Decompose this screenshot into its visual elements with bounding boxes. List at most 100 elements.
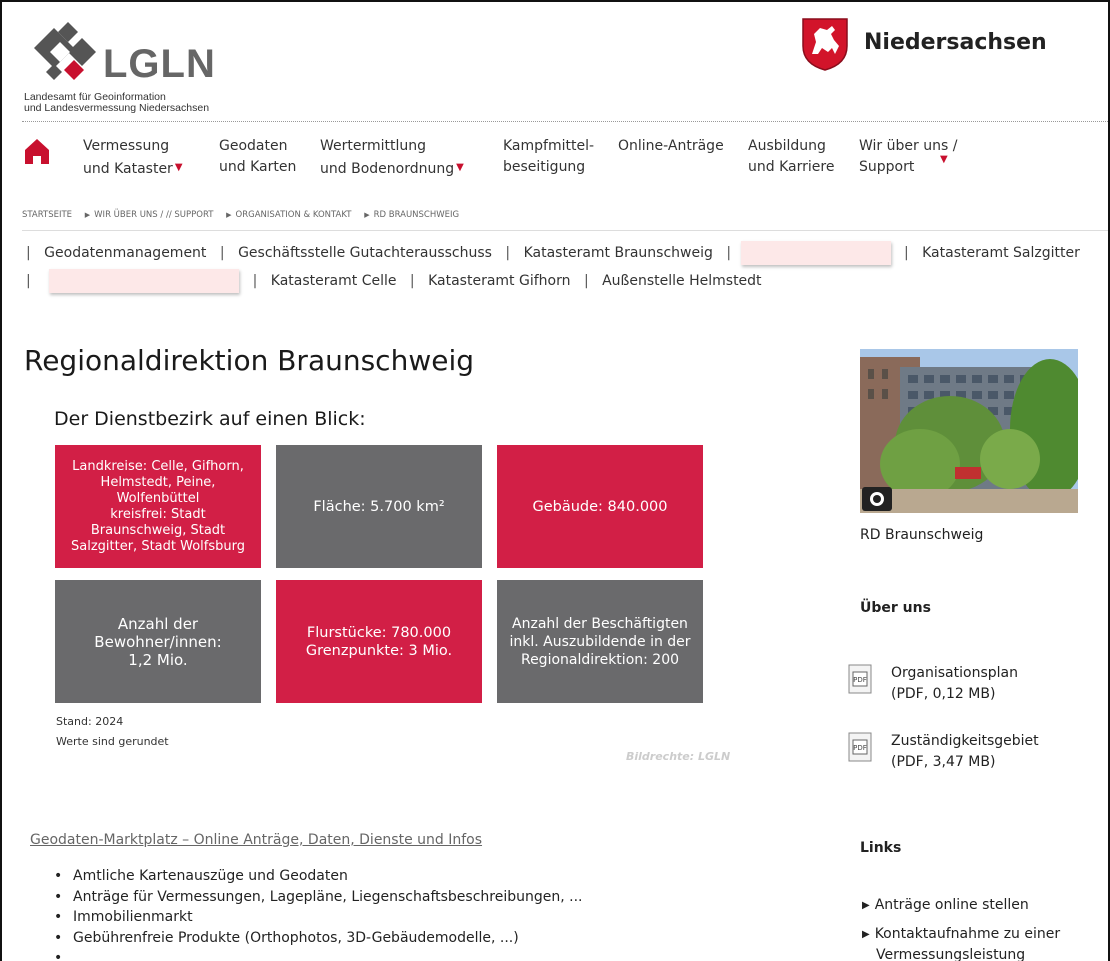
- list-item: [54, 948, 582, 961]
- nav-item-line2: und Bodenordnung: [320, 161, 455, 177]
- state-name[interactable]: Niedersachsen: [864, 30, 1047, 55]
- link-label-line2: Vermessungsleistung: [876, 947, 1026, 961]
- lgln-logo-icon[interactable]: [24, 18, 104, 88]
- link-kontaktaufnahme[interactable]: ▶ Kontaktaufnahme zu einer Vermessungslei…: [862, 924, 1060, 961]
- dropdown-triangle-icon: ▼: [456, 162, 464, 173]
- geodaten-marktplatz-link[interactable]: Geodaten-Marktplatz – Online Anträge, Da…: [30, 832, 482, 848]
- tile-landkreise: Landkreise: Celle, Gifhorn, Helmstedt, P…: [55, 445, 261, 568]
- tile-text: Flurstücke: 780.000 Grenzpunkte: 3 Mio.: [305, 624, 453, 659]
- tile-flurstuecke: Flurstücke: 780.000 Grenzpunkte: 3 Mio.: [276, 580, 482, 703]
- nav-item-line2: und Kataster: [83, 161, 173, 177]
- tile-text: Gebäude: 840.000: [532, 498, 668, 515]
- nav-item-line1: Ausbildung: [748, 138, 826, 154]
- pdf-icon[interactable]: PDF: [848, 732, 874, 764]
- list-item: Gebührenfreie Produkte (Orthophotos, 3D-…: [54, 928, 582, 949]
- tile-beschaeftigte: Anzahl der Beschäftigten inkl. Auszubild…: [497, 580, 703, 703]
- breadcrumb-separator-icon: ▶: [84, 211, 91, 219]
- pdf-size: (PDF, 3,47 MB): [891, 754, 996, 770]
- nav-item-line1: Kampfmittel-: [503, 138, 595, 154]
- tile-text: Landkreise: Celle, Gifhorn, Helmstedt, P…: [71, 458, 245, 554]
- nav-wertermittlung[interactable]: Wertermittlung und Bodenordnung ▼: [320, 136, 464, 180]
- pdf-organisationsplan[interactable]: Organisationsplan (PDF, 0,12 MB): [891, 663, 1018, 705]
- rounding-note: Werte sind gerundet: [56, 735, 169, 748]
- nav-geodaten-karten[interactable]: Geodaten und Karten: [219, 136, 296, 178]
- pdf-size: (PDF, 0,12 MB): [891, 686, 996, 702]
- niedersachsen-crest-icon[interactable]: [800, 16, 850, 72]
- subnav-separator: |: [505, 245, 511, 261]
- list-item: Anträge für Vermessungen, Lagepläne, Lie…: [54, 887, 582, 908]
- pdf-zustaendigkeitsgebiet[interactable]: Zuständigkeitsgebiet (PDF, 3,47 MB): [891, 731, 1039, 773]
- logo-subtitle-line2: und Landesvermessung Niedersachsen: [24, 102, 210, 114]
- building-photo[interactable]: [860, 349, 1078, 513]
- subnav-katasteramt-braunschweig[interactable]: Katasteramt Braunschweig: [524, 245, 713, 261]
- pdf-icon-label: PDF: [853, 744, 867, 752]
- subnav-katasteramt-celle[interactable]: Katasteramt Celle: [271, 273, 397, 289]
- tile-text: Anzahl der Beschäftigten inkl. Auszubild…: [509, 615, 691, 668]
- subnav-gutachterausschuss[interactable]: Geschäftsstelle Gutachterausschuss: [238, 245, 492, 261]
- stand-note: Stand: 2024 Werte sind gerundet: [56, 712, 169, 752]
- nav-item-line2: und Karriere: [748, 159, 835, 175]
- logo-text[interactable]: LGLN: [103, 42, 216, 87]
- breadcrumb-separator-icon: ▶: [364, 211, 370, 219]
- subnav-geodatenmanagement[interactable]: Geodatenmanagement: [44, 245, 206, 261]
- section-title: Der Dienstbezirk auf einen Blick:: [54, 408, 366, 430]
- pdf-title: Zuständigkeitsgebiet: [891, 733, 1039, 749]
- about-heading: Über uns: [860, 600, 931, 616]
- stand-year: Stand: 2024: [56, 715, 124, 728]
- list-item: Amtliche Kartenauszüge und Geodaten: [54, 866, 582, 887]
- nav-item-line1: Geodaten: [219, 138, 288, 154]
- subnav-separator: |: [26, 273, 31, 289]
- page-title: Regionaldirektion Braunschweig: [24, 344, 474, 377]
- link-label: Anträge online stellen: [874, 897, 1029, 913]
- nav-online-antraege[interactable]: Online-Anträge: [618, 136, 724, 157]
- tile-text: Anzahl der Bewohner/innen: 1,2 Mio.: [94, 614, 222, 669]
- photo-caption: RD Braunschweig: [860, 527, 984, 543]
- subnav-separator: |: [219, 245, 225, 261]
- logo-subtitle: Landesamt für Geoinformation und Landesv…: [24, 92, 209, 114]
- pdf-icon[interactable]: PDF: [848, 664, 874, 696]
- arrow-right-icon: ▶: [862, 900, 870, 911]
- subnav-katasteramt-gifhorn[interactable]: Katasteramt Gifhorn: [428, 273, 570, 289]
- nav-ausbildung-karriere[interactable]: Ausbildung und Karriere: [748, 136, 834, 178]
- nav-vermessung-kataster[interactable]: Vermessung und Kataster ▼: [83, 136, 183, 180]
- breadcrumb-divider: [22, 230, 1108, 231]
- breadcrumb-home[interactable]: STARTSEITE: [22, 210, 72, 220]
- nav-item-line1: Vermessung: [83, 138, 170, 154]
- list-item: Immobilienmarkt: [54, 907, 582, 928]
- link-antraege-online[interactable]: ▶ Anträge online stellen: [862, 895, 1029, 916]
- tile-gebaeude: Gebäude: 840.000: [497, 445, 703, 568]
- nav-item-line1: Wertermittlung: [320, 138, 427, 154]
- nav-kampfmittelbeseitigung[interactable]: Kampfmittel- beseitigung: [503, 136, 594, 178]
- home-icon[interactable]: [24, 138, 50, 164]
- redacted-link[interactable]: [49, 269, 240, 293]
- tile-text: Fläche: 5.700 km²: [313, 498, 445, 515]
- nav-item-line2: und Karten: [219, 159, 297, 175]
- tile-flaeche: Fläche: 5.700 km²: [276, 445, 482, 568]
- subnav-separator: |: [409, 273, 415, 289]
- breadcrumb-separator-icon: ▶: [226, 211, 232, 219]
- dropdown-triangle-icon[interactable]: ▼: [940, 154, 948, 165]
- link-label: Kontaktaufnahme zu einer: [874, 926, 1061, 942]
- pdf-title: Organisationsplan: [891, 665, 1018, 681]
- breadcrumb: STARTSEITE ▶ WIR ÜBER UNS / // SUPPORT ▶ O…: [22, 210, 459, 220]
- subnav-katasteramt-salzgitter[interactable]: Katasteramt Salzgitter: [922, 245, 1080, 261]
- subnav-separator: |: [252, 273, 258, 289]
- breadcrumb-organisation[interactable]: ORGANISATION & KONTAKT: [236, 210, 352, 220]
- subnav-separator: |: [583, 273, 589, 289]
- nav-item-line2: beseitigung: [503, 159, 586, 175]
- subnav-row-2: | | Katasteramt Celle | Katasteramt Gifh…: [26, 269, 762, 293]
- subnav-separator: |: [903, 245, 909, 261]
- tile-bewohner: Anzahl der Bewohner/innen: 1,2 Mio.: [55, 580, 261, 703]
- redacted-link[interactable]: [740, 241, 891, 265]
- breadcrumb-wir-ueber-uns[interactable]: WIR ÜBER UNS / // SUPPORT: [94, 210, 213, 220]
- building-photo-image: [860, 349, 1078, 513]
- subnav-aussenstelle-helmstedt[interactable]: Außenstelle Helmstedt: [602, 273, 761, 289]
- subnav-separator: |: [726, 245, 732, 261]
- links-heading: Links: [860, 840, 902, 856]
- arrow-right-icon: ▶: [862, 929, 870, 940]
- nav-item-line1: Online-Anträge: [618, 138, 724, 154]
- breadcrumb-current: RD BRAUNSCHWEIG: [373, 210, 460, 220]
- pdf-icon-label: PDF: [853, 676, 867, 684]
- header-divider: [22, 121, 1108, 122]
- dropdown-triangle-icon: ▼: [174, 162, 183, 173]
